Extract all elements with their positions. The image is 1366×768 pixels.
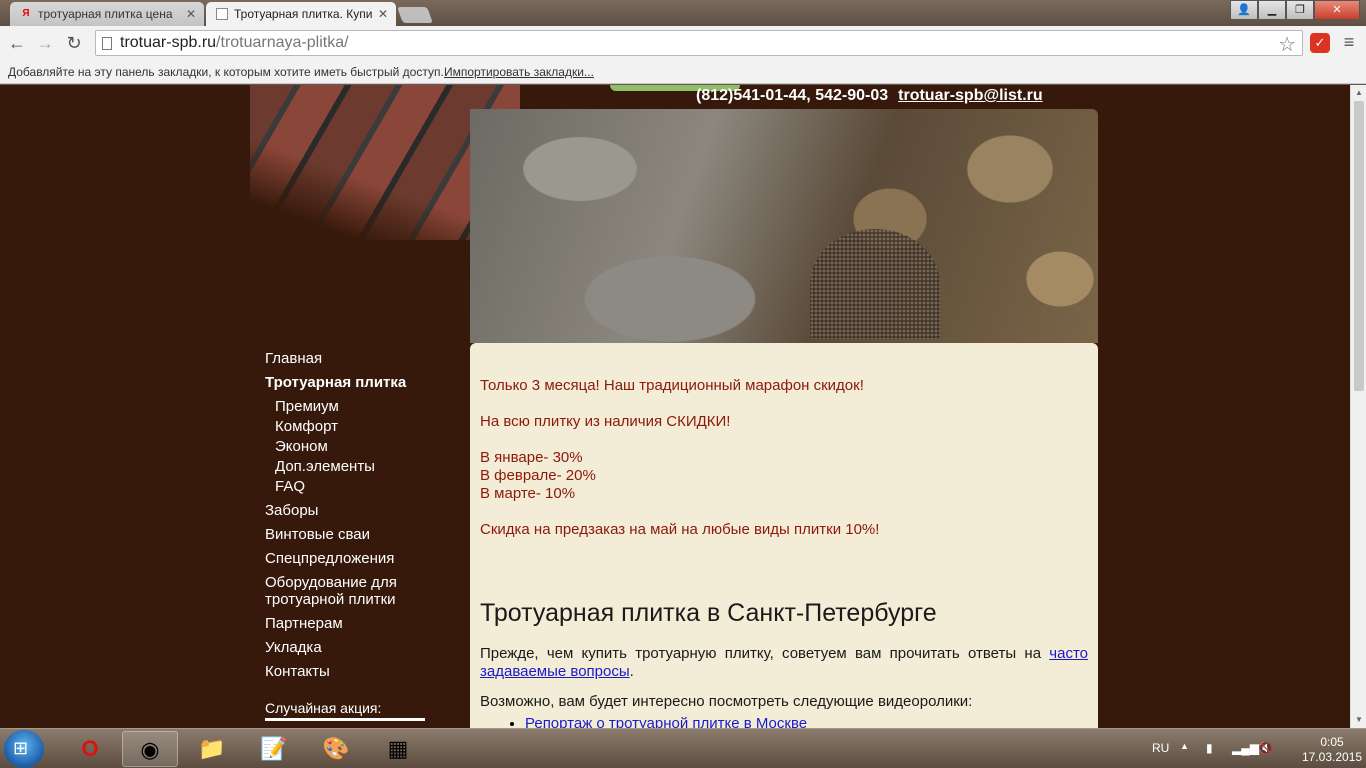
device-icon[interactable]: ▮	[1206, 741, 1220, 755]
paint-icon[interactable]: 🎨	[308, 731, 364, 767]
nav-item-fences[interactable]: Заборы	[265, 502, 465, 519]
header-stone-image	[470, 109, 1098, 343]
nav-item-paving[interactable]: Тротуарная плитка	[265, 374, 465, 391]
bookmarks-hint: Добавляйте на эту панель закладки, к кот…	[8, 65, 444, 79]
nav-sub-extras[interactable]: Доп.элементы	[265, 458, 465, 475]
maximize-button[interactable]: ❐	[1286, 0, 1314, 20]
header-contacts: (812)541-01-44, 542-90-03 trotuar-spb@lis…	[696, 87, 1043, 105]
scroll-thumb[interactable]	[1354, 101, 1364, 391]
main-content: Только 3 месяца! Наш традиционный марафо…	[470, 343, 1098, 728]
page-icon	[102, 37, 112, 50]
address-bar[interactable]: trotuar-spb.ru/trotuarnaya-plitka/ ☆	[95, 30, 1303, 56]
nav-item-equipment[interactable]: Оборудование для тротуарной плитки	[265, 574, 465, 608]
close-tab-icon[interactable]: ✕	[186, 2, 196, 26]
email-link[interactable]: trotuar-spb@list.ru	[898, 87, 1043, 104]
sale-text: В феврале- 20%	[480, 467, 596, 484]
taskbar: ⊞ O ◉ 📁 📝 🎨 ▦ RU ▲ ▮ ▂▄▆ 🔇 0:05 17.03.20…	[0, 728, 1366, 768]
notepad-icon[interactable]: 📝	[246, 731, 302, 767]
nav-item-contacts[interactable]: Контакты	[265, 663, 465, 680]
list-item: Репортаж о тротуарной плитке в Москве	[525, 715, 807, 728]
video-list: Репортаж о тротуарной плитке в Москве	[525, 715, 807, 728]
page-scrollbar[interactable]: ▲ ▼	[1350, 85, 1366, 728]
sale-text: В январе- 30%	[480, 449, 583, 466]
url-text[interactable]: trotuar-spb.ru/trotuarnaya-plitka/	[120, 34, 349, 52]
extension-icon[interactable]: ✓	[1310, 33, 1330, 53]
sidebar-nav: Главная Тротуарная плитка Премиум Комфор…	[265, 350, 465, 721]
back-icon[interactable]: ←	[6, 32, 28, 54]
menu-icon[interactable]: ≡	[1340, 32, 1358, 52]
browser-titlebar: Я тротуарная плитка цена ✕ Тротуарная пл…	[0, 0, 1366, 26]
forward-icon[interactable]: →	[34, 32, 56, 54]
yandex-icon: Я	[22, 8, 30, 19]
close-tab-icon[interactable]: ✕	[378, 2, 388, 26]
nav-item-laying[interactable]: Укладка	[265, 639, 465, 656]
nav-sub-economy[interactable]: Эконом	[265, 438, 465, 455]
page-icon	[216, 8, 228, 20]
intro-paragraph: Прежде, чем купить тротуарную плитку, со…	[480, 645, 1088, 680]
chrome-icon[interactable]: ◉	[122, 731, 178, 767]
new-tab-button[interactable]	[397, 7, 433, 23]
opera-icon[interactable]: O	[62, 731, 118, 767]
person-icon[interactable]: 👤	[1230, 0, 1258, 20]
promo-divider	[265, 718, 425, 721]
clock[interactable]: 0:05 17.03.2015	[1302, 735, 1362, 765]
calculator-icon[interactable]: ▦	[370, 731, 426, 767]
start-button[interactable]: ⊞	[4, 730, 44, 768]
minimize-button[interactable]: ▁	[1258, 0, 1286, 20]
nav-sub-comfort[interactable]: Комфорт	[265, 418, 465, 435]
random-promo-title: Случайная акция:	[265, 700, 382, 716]
language-indicator[interactable]: RU	[1152, 741, 1169, 755]
sale-text: На всю плитку из наличия СКИДКИ!	[480, 413, 731, 430]
scroll-up-icon[interactable]: ▲	[1351, 85, 1366, 101]
bookmarks-bar: Добавляйте на эту панель закладки, к кот…	[0, 60, 1366, 84]
bookmark-star-icon[interactable]: ☆	[1278, 32, 1296, 57]
tab-current[interactable]: Тротуарная плитка. Купи ✕	[206, 2, 396, 26]
window-controls: 👤 ▁ ❐ ✕	[1230, 0, 1360, 20]
close-window-button[interactable]: ✕	[1314, 0, 1360, 20]
windows-logo-icon: ⊞	[13, 738, 29, 758]
scroll-down-icon[interactable]: ▼	[1351, 712, 1366, 728]
tab-label: тротуарная плитка цена	[38, 7, 173, 21]
nav-item-home[interactable]: Главная	[265, 350, 465, 367]
video-link[interactable]: Репортаж о тротуарной плитке в Москве	[525, 715, 807, 728]
tab-label: Тротуарная плитка. Купи	[234, 7, 373, 21]
page-title: Тротуарная плитка в Санкт-Петербурге	[480, 599, 937, 627]
gravel-texture	[810, 229, 940, 339]
videos-title: Возможно, вам будет интересно посмотреть…	[480, 693, 973, 710]
nav-item-offers[interactable]: Спецпредложения	[265, 550, 465, 567]
import-bookmarks-link[interactable]: Импортировать закладки...	[444, 65, 594, 79]
page-viewport: (812)541-01-44, 542-90-03 trotuar-spb@lis…	[0, 85, 1350, 728]
show-hidden-icons[interactable]: ▲	[1180, 741, 1189, 751]
folder-icon[interactable]: 📁	[184, 731, 240, 767]
sale-text: Только 3 месяца! Наш традиционный марафо…	[480, 377, 864, 394]
nav-sub-faq[interactable]: FAQ	[265, 478, 465, 495]
nav-sub-premium[interactable]: Премиум	[265, 398, 465, 415]
volume-icon[interactable]: 🔇	[1258, 741, 1273, 755]
sale-text: В марте- 10%	[480, 485, 576, 502]
phone-numbers: (812)541-01-44, 542-90-03	[696, 87, 889, 104]
network-icon[interactable]: ▂▄▆	[1232, 741, 1259, 755]
sale-text: Скидка на предзаказ на май на любые виды…	[480, 521, 880, 538]
nav-item-partners[interactable]: Партнерам	[265, 615, 465, 632]
reload-icon[interactable]: ↻	[63, 32, 85, 54]
nav-item-piles[interactable]: Винтовые сваи	[265, 526, 465, 543]
tab-search[interactable]: Я тротуарная плитка цена ✕	[10, 2, 204, 26]
